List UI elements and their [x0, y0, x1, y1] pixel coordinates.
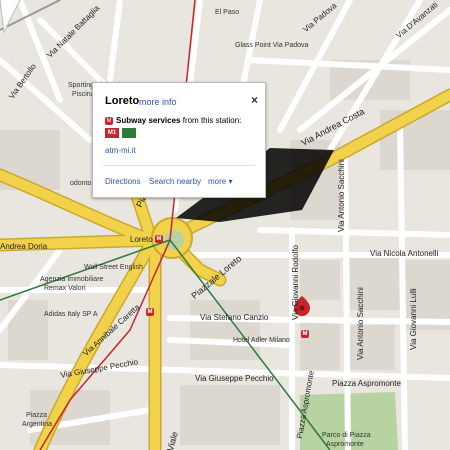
metro-line-m1-badge[interactable]: M1	[105, 128, 119, 138]
map-canvas[interactable]: M M M El Paso Via Natale Battaglia Via P…	[0, 0, 450, 450]
label-via-stefano-canzio: Via Stefano Canzio	[200, 313, 269, 322]
more-dropdown[interactable]: more ▾	[208, 177, 232, 186]
label-via-antonio-sacchini-2: Via Antonio Sacchini	[356, 287, 365, 360]
label-wall-street-english[interactable]: Wall Street English	[84, 264, 143, 271]
label-adidas[interactable]: Adidas Italy SP A	[44, 311, 98, 318]
metro-entrance-icon[interactable]: M	[146, 308, 154, 316]
atm-link[interactable]: atm-mi.it	[105, 146, 136, 155]
directions-link[interactable]: Directions	[105, 177, 141, 186]
subway-services-row: M Subway services from this station:	[105, 116, 241, 125]
label-piazza-aspromonte: Piazza Aspromonte	[332, 379, 401, 388]
label-remax[interactable]: Remax Valori	[44, 285, 86, 292]
label-parco-line1[interactable]: Parco di Piazza	[322, 432, 371, 439]
divider	[103, 165, 255, 166]
label-hotel-adler[interactable]: Hotel Adler Milano	[233, 337, 290, 344]
metro-station-icon[interactable]: M	[155, 235, 163, 243]
label-piazza-argentina-2: Argentina	[22, 421, 52, 428]
label-via-nicola-antonelli: Via Nicola Antonelli	[370, 249, 439, 258]
metro-logo-icon: M	[105, 116, 113, 125]
label-via-giuseppe-pecchio-east: Via Giuseppe Pecchio	[195, 374, 274, 383]
metro-entrance-icon[interactable]: M	[301, 330, 309, 338]
subway-services-label: Subway services	[116, 116, 181, 125]
label-odonto: odonto	[70, 180, 92, 187]
label-via-giovanni-lulli: Via Giovanni Lulli	[409, 288, 418, 350]
subway-services-suffix: from this station:	[182, 116, 242, 125]
info-window: Loreto more info × M Subway services from…	[92, 82, 266, 198]
more-label: more	[208, 177, 227, 186]
label-loreto-station[interactable]: Loreto	[130, 236, 153, 244]
info-window-pointer	[0, 0, 21, 34]
label-glass-point[interactable]: Glass Point Via Padova	[235, 42, 308, 49]
label-el-paso: El Paso	[215, 9, 240, 16]
close-icon[interactable]: ×	[251, 93, 258, 107]
search-nearby-link[interactable]: Search nearby	[149, 177, 201, 186]
info-window-title: Loreto	[105, 95, 140, 107]
chevron-down-icon: ▾	[228, 177, 233, 186]
label-andrea-doria: Andrea Doria	[0, 242, 48, 251]
label-piazza-argentina-1: Piazza	[26, 412, 48, 419]
more-info-link[interactable]: more info	[139, 97, 177, 107]
label-via-antonio-sacchini: Via Antonio Sacchini	[337, 159, 346, 232]
label-agenzia[interactable]: Agenzia Immobiliare	[40, 276, 103, 283]
label-parco-line2[interactable]: Aspromonte	[326, 441, 364, 448]
metro-line-m2-badge[interactable]	[122, 128, 136, 138]
label-via-giovanni-rodolfo: Via Giovanni Rodolfo	[291, 244, 300, 320]
